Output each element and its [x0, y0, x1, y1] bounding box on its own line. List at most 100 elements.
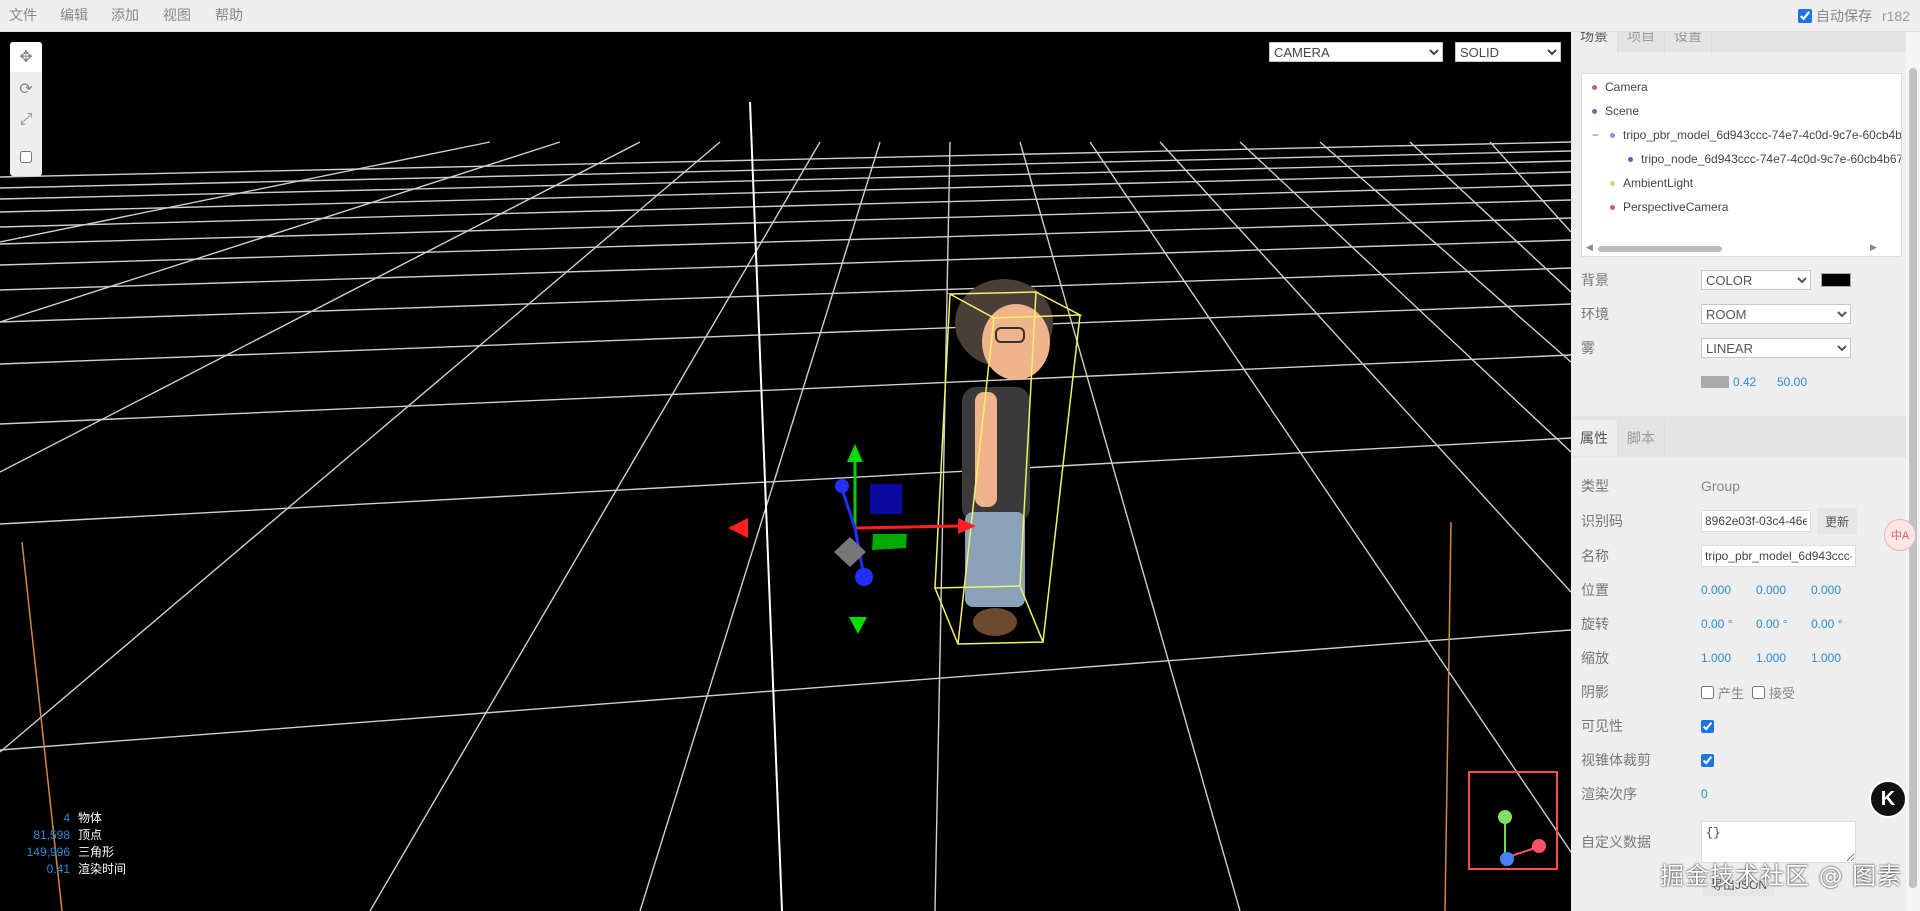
- properties-tabs: 属性 脚本: [1571, 420, 1665, 456]
- transform-toolbar: ✥ ⟳ ⤢: [10, 42, 42, 176]
- scale-x[interactable]: 1.000: [1701, 651, 1756, 665]
- k-assistant-icon[interactable]: K: [1869, 780, 1907, 818]
- background-row: 背景 COLOR: [1581, 268, 1901, 292]
- visible-row: 可见性: [1581, 714, 1901, 738]
- uuid-row: 识别码 更新: [1581, 508, 1901, 534]
- position-x[interactable]: 0.000: [1701, 583, 1756, 597]
- render-order-value[interactable]: 0: [1701, 787, 1756, 801]
- triangles-label: 三角形: [78, 845, 115, 859]
- rotation-x[interactable]: 0.00 °: [1701, 617, 1756, 631]
- outliner-item[interactable]: Scene: [1592, 101, 1639, 121]
- rotation-y[interactable]: 0.00 °: [1756, 617, 1811, 631]
- scale-label: 缩放: [1581, 650, 1609, 666]
- cast-shadow-checkbox[interactable]: [1701, 685, 1714, 699]
- menu-file[interactable]: 文件: [9, 0, 37, 32]
- rotate-icon[interactable]: ⟳: [10, 74, 42, 104]
- render-time-label: 渲染时间: [78, 862, 127, 876]
- local-space-toggle[interactable]: [10, 142, 42, 172]
- menu-add[interactable]: 添加: [111, 0, 139, 32]
- menu-edit[interactable]: 编辑: [60, 0, 88, 32]
- fog-select[interactable]: LINEAR: [1701, 338, 1851, 358]
- translate-icon[interactable]: ✥: [10, 42, 42, 72]
- scroll-thumb[interactable]: [1598, 246, 1722, 252]
- name-row: 名称: [1581, 544, 1901, 568]
- visible-checkbox[interactable]: [1701, 719, 1714, 733]
- scene-tabs: 场景 项目 设置: [1571, 32, 1712, 54]
- outliner-item[interactable]: tripo_node_6d943ccc-74e7-4c0d-9c7e-60cb4…: [1628, 149, 1901, 169]
- scale-icon[interactable]: ⤢: [10, 105, 42, 135]
- outliner-item[interactable]: Camera: [1592, 77, 1648, 97]
- position-y[interactable]: 0.000: [1756, 583, 1811, 597]
- background-label: 背景: [1581, 272, 1609, 288]
- fog-far-value[interactable]: 50.00: [1777, 375, 1807, 389]
- fog-params-row: 0.42 50.00: [1581, 370, 1901, 394]
- view-helper-gizmo: [1468, 771, 1558, 870]
- outliner-item-selected[interactable]: − tripo_pbr_model_6d943ccc-74e7-4c0d-9c7e…: [1592, 125, 1901, 145]
- scale-z[interactable]: 1.000: [1811, 651, 1866, 665]
- shadow-row: 阴影 产生 接受: [1581, 680, 1901, 704]
- orange-guide-right: [1444, 521, 1452, 911]
- objects-label: 物体: [78, 811, 103, 825]
- frustum-culled-checkbox[interactable]: [1701, 753, 1714, 767]
- grid-helper: [0, 141, 1571, 911]
- camera-select[interactable]: CAMERA: [1269, 42, 1443, 62]
- outliner-item[interactable]: AmbientLight: [1610, 173, 1693, 193]
- receive-shadow-checkbox[interactable]: [1752, 685, 1766, 699]
- render-time-value: 0.41: [46, 862, 70, 876]
- tab-settings[interactable]: 设置: [1665, 32, 1712, 54]
- scale-row: 缩放 1.000 1.000 1.000: [1581, 646, 1901, 670]
- vertices-count: 81,598: [33, 828, 70, 842]
- mesh-dot-icon: [1628, 157, 1633, 163]
- tab-script[interactable]: 脚本: [1618, 420, 1665, 456]
- renew-uuid-button[interactable]: 更新: [1817, 508, 1858, 534]
- vertices-label: 顶点: [78, 828, 103, 842]
- frustum-label: 视锥体裁剪: [1581, 752, 1651, 768]
- tab-scene[interactable]: 场景: [1571, 32, 1618, 54]
- local-checkbox[interactable]: [20, 151, 32, 163]
- fog-near-value[interactable]: 0.42: [1733, 375, 1777, 389]
- menu-help[interactable]: 帮助: [215, 0, 243, 32]
- scroll-left-icon[interactable]: ◀: [1586, 242, 1593, 253]
- sidebar-scrollbar-thumb[interactable]: [1909, 68, 1917, 888]
- outliner-hscroll[interactable]: ◀ ▶: [1582, 242, 1901, 256]
- sidebar: 场景 项目 设置 Camera Scene − tripo_pbr_model_6…: [1571, 32, 1906, 911]
- render-info: 4 物体 81,598 顶点 149,996 三角形 0.41 渲染时间: [10, 810, 126, 878]
- shading-select[interactable]: SOLID: [1455, 42, 1561, 62]
- fog-label: 雾: [1581, 340, 1595, 356]
- scene-canvas[interactable]: [0, 32, 1571, 911]
- rotation-z[interactable]: 0.00 °: [1811, 617, 1866, 631]
- watermark: 掘金技术社区 @ 图素: [1660, 862, 1903, 890]
- position-label: 位置: [1581, 582, 1609, 598]
- viewport[interactable]: ✥ ⟳ ⤢ CAMERA SOLID 4 物体 81,598 顶点 149,996 三…: [0, 32, 1571, 911]
- uuid-input[interactable]: [1701, 510, 1811, 532]
- render-order-label: 渲染次序: [1581, 786, 1637, 802]
- collapse-icon[interactable]: −: [1592, 125, 1599, 145]
- environment-select[interactable]: ROOM: [1701, 304, 1851, 324]
- userdata-label: 自定义数据: [1581, 834, 1651, 850]
- scene-outliner[interactable]: Camera Scene − tripo_pbr_model_6d943ccc-7…: [1581, 73, 1902, 257]
- scroll-right-icon[interactable]: ▶: [1870, 242, 1877, 253]
- name-input[interactable]: [1701, 545, 1856, 567]
- character-model: [955, 279, 1053, 636]
- outliner-item[interactable]: PerspectiveCamera: [1610, 197, 1728, 217]
- autosave-checkbox[interactable]: [1797, 9, 1812, 23]
- position-z[interactable]: 0.000: [1811, 583, 1866, 597]
- translate-extension-icon[interactable]: 中A: [1884, 519, 1916, 551]
- autosave-toggle[interactable]: 自动保存: [1797, 6, 1872, 26]
- tab-properties[interactable]: 属性: [1571, 420, 1618, 456]
- shadow-label: 阴影: [1581, 684, 1609, 700]
- cast-shadow-label: 产生: [1718, 685, 1745, 701]
- tab-project[interactable]: 项目: [1618, 32, 1665, 54]
- fog-color-swatch[interactable]: [1701, 376, 1729, 388]
- menu-view[interactable]: 视图: [163, 0, 191, 32]
- type-row: 类型 Group: [1581, 474, 1901, 498]
- scale-y[interactable]: 1.000: [1756, 651, 1811, 665]
- version-label: r182: [1881, 8, 1910, 24]
- autosave-label: 自动保存: [1815, 8, 1872, 24]
- objects-count: 4: [63, 811, 70, 825]
- background-select[interactable]: COLOR: [1701, 270, 1811, 290]
- light-dot-icon: [1610, 181, 1615, 187]
- uuid-label: 识别码: [1581, 513, 1623, 529]
- background-color-swatch[interactable]: [1821, 273, 1851, 287]
- environment-row: 环境 ROOM: [1581, 302, 1901, 326]
